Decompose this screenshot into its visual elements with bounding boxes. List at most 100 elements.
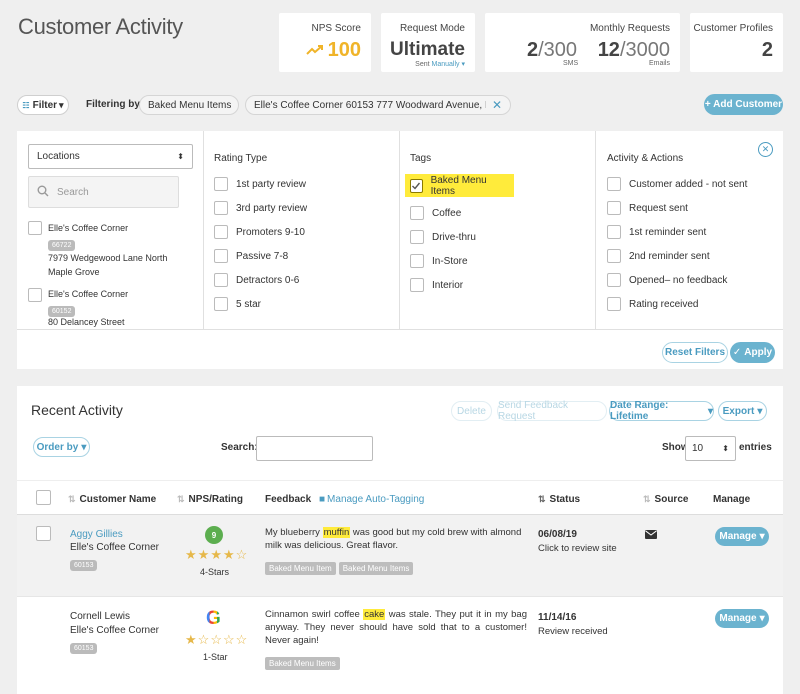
nps-score-label: NPS Score — [311, 23, 361, 34]
sort-icon: ⇅ — [68, 494, 76, 504]
monthly-requests-card: Monthly Requests 2/300 SMS 12/3000 Email… — [485, 13, 680, 72]
rating-option[interactable]: Passive 7-8 — [214, 249, 288, 263]
google-icon: G — [206, 608, 221, 629]
location-id-badge: 66722 — [48, 236, 76, 251]
column-source[interactable]: ⇅ Source — [643, 494, 688, 505]
star-icon: ★ — [185, 547, 198, 562]
feedback-tag: Baked Menu Items — [265, 657, 340, 670]
entries-select[interactable]: 10 ⬍ — [685, 436, 736, 461]
location-name: Elle's Coffee Corner — [48, 223, 129, 233]
filter-chip-location[interactable]: Elle's Coffee Corner 60153 777 Woodward … — [245, 95, 511, 115]
caret-down-icon: ▾ — [81, 441, 87, 453]
delete-button[interactable]: Delete — [451, 401, 492, 421]
rating-option[interactable]: 5 star — [214, 297, 261, 311]
locations-select[interactable]: Locations ⬍ — [28, 144, 193, 169]
manage-button[interactable]: Manage ▾ — [715, 609, 769, 628]
status-text[interactable]: Click to review site — [538, 543, 617, 554]
manage-auto-tagging-link[interactable]: ■ Manage Auto-Tagging — [319, 494, 424, 505]
column-nps-rating[interactable]: ⇅ NPS/Rating — [177, 494, 243, 505]
location-id-badge: 60153 — [70, 556, 98, 571]
column-customer-name[interactable]: ⇅ Customer Name — [68, 494, 156, 505]
rating-option[interactable]: 1st party review — [214, 177, 306, 191]
tag-option[interactable]: Coffee — [410, 206, 461, 220]
location-name: Elle's Coffee Corner — [48, 289, 129, 299]
activity-option[interactable]: Customer added - not sent — [607, 177, 747, 191]
nps-score-badge: 9 — [205, 526, 223, 544]
feedback-tags: Baked Menu Items — [265, 655, 343, 670]
rating-option[interactable]: Detractors 0-6 — [214, 273, 299, 287]
envelope-icon — [645, 528, 657, 542]
star-icon: ★ — [222, 547, 236, 562]
close-icon[interactable]: ✕ — [237, 98, 238, 112]
checkmark-icon: ✓ — [732, 347, 742, 358]
location-checkbox[interactable] — [28, 221, 42, 235]
stars-label: 4-Stars — [200, 567, 230, 577]
activity-search-input[interactable] — [256, 436, 373, 461]
tag-icon: ■ — [319, 494, 326, 505]
activity-option[interactable]: Rating received — [607, 297, 698, 311]
location-checkbox[interactable] — [28, 288, 42, 302]
date-range-button[interactable]: Date Range: Lifetime ▾ — [609, 400, 714, 422]
column-status[interactable]: ⇅ Status — [538, 494, 580, 505]
email-count: 12/3000 — [597, 39, 670, 61]
tag-option[interactable]: Drive-thru — [410, 230, 476, 244]
search-label: Search: — [221, 442, 258, 453]
star-icon: ★ — [210, 547, 223, 562]
recent-activity-panel: Recent Activity Delete Send Feedback Req… — [17, 386, 783, 694]
caret-down-icon[interactable]: ▾ — [461, 61, 465, 68]
feedback-text: Cinnamon swirl coffee cake was stale. Th… — [265, 609, 527, 646]
add-customer-button[interactable]: + Add Customer — [704, 94, 783, 115]
customer-location: Elle's Coffee Corner — [70, 542, 159, 553]
sort-arrows-icon: ⬍ — [177, 152, 184, 161]
export-button[interactable]: Export ▾ — [718, 401, 767, 421]
activity-option[interactable]: Request sent — [607, 201, 688, 215]
activity-option[interactable]: 1st reminder sent — [607, 225, 706, 239]
filter-icon: ☷ — [22, 100, 30, 110]
entries-label: entries — [739, 442, 772, 453]
manage-button[interactable]: Manage ▾ — [715, 527, 769, 546]
table-row: Aggy Gillies Elle's Coffee Corner 60153 … — [17, 515, 783, 596]
row-checkbox[interactable] — [36, 526, 51, 541]
caret-down-icon: ▾ — [59, 99, 64, 110]
order-by-button[interactable]: Order by ▾ — [33, 437, 90, 457]
feedback-tag: Baked Menu Item — [265, 562, 336, 575]
sort-icon: ⇅ — [177, 494, 185, 504]
sort-icon: ⇅ — [538, 494, 546, 504]
star-icon: ★ — [185, 632, 198, 647]
close-icon[interactable]: ✕ — [758, 142, 773, 157]
tag-option-selected[interactable]: Baked Menu Items — [405, 174, 514, 197]
stars-label: 1-Star — [203, 652, 228, 662]
request-mode-card: Request Mode Ultimate Sent Manually ▾ — [381, 13, 475, 72]
trend-up-icon — [306, 43, 328, 59]
location-search-input[interactable]: Search — [28, 176, 179, 208]
tag-option[interactable]: Interior — [410, 278, 463, 292]
apply-button[interactable]: ✓ Apply — [730, 342, 775, 363]
activity-option[interactable]: 2nd reminder sent — [607, 249, 710, 263]
star-empty-icon: ☆ — [235, 632, 249, 647]
request-mode-sub: Sent Manually ▾ — [415, 61, 465, 68]
checkmark-icon[interactable] — [410, 178, 423, 193]
reset-filters-button[interactable]: Reset Filters — [662, 342, 728, 363]
nps-score-value: 100 — [306, 39, 361, 62]
close-icon[interactable]: ✕ — [492, 98, 502, 112]
rating-option[interactable]: Promoters 9-10 — [214, 225, 305, 239]
sort-arrows-icon: ⬍ — [722, 444, 729, 453]
request-mode-dropdown[interactable]: Manually — [432, 61, 460, 68]
status-date: 11/14/16 — [538, 612, 577, 623]
star-empty-icon: ☆ — [222, 632, 236, 647]
rating-option[interactable]: 3rd party review — [214, 201, 307, 215]
location-address: 80 Delancey Street — [48, 317, 125, 327]
send-feedback-request-button[interactable]: Send Feedback Request — [497, 400, 607, 422]
star-empty-icon: ☆ — [210, 632, 223, 647]
filter-chip-tag[interactable]: Baked Menu Items✕ — [139, 95, 239, 115]
select-all-checkbox[interactable] — [36, 490, 51, 505]
star-rating: ★★★★☆ — [185, 547, 248, 563]
activity-option[interactable]: Opened– no feedback — [607, 273, 727, 287]
page-title: Customer Activity — [18, 14, 183, 39]
star-rating: ★☆☆☆☆ — [185, 632, 248, 648]
column-manage: Manage — [713, 494, 751, 505]
star-empty-icon: ☆ — [197, 632, 211, 647]
tag-option[interactable]: In-Store — [410, 254, 468, 268]
filter-button[interactable]: ☷ Filter ▾ — [17, 95, 69, 115]
customer-name-link[interactable]: Aggy Gillies — [70, 529, 123, 540]
